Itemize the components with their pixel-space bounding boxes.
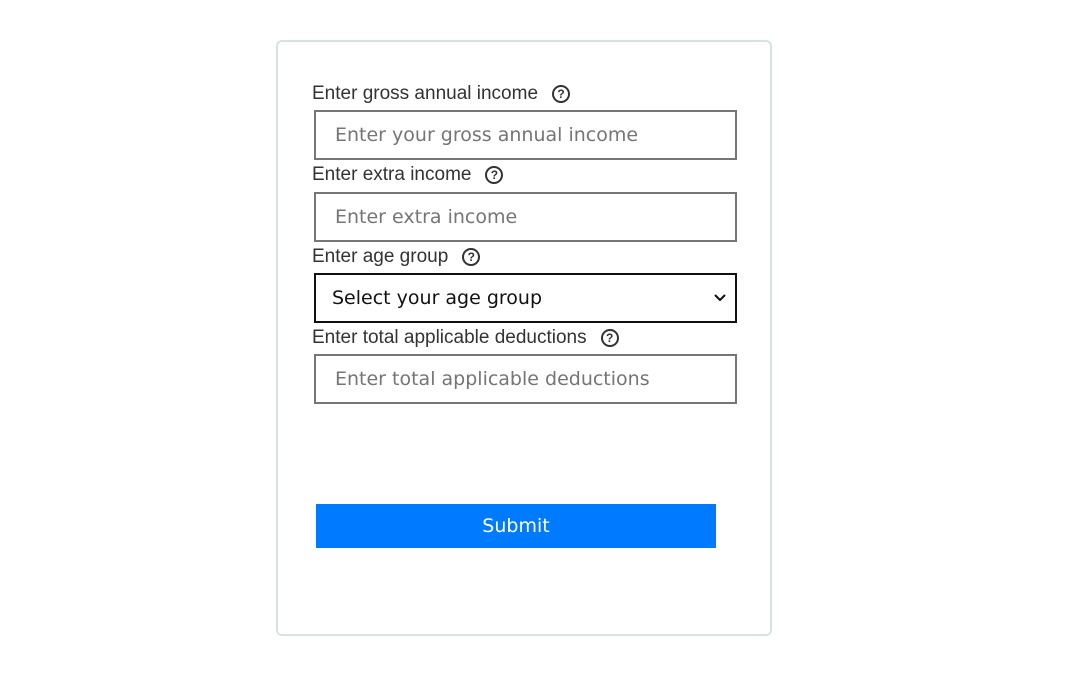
extra-income-label-text: Enter extra income [312,164,472,185]
age-group-select[interactable]: Select your age group [314,273,737,323]
age-group-label: Enter age group ? [312,245,481,269]
gross-income-input[interactable] [314,110,737,160]
age-group-label-text: Enter age group [312,246,449,267]
gross-income-label: Enter gross annual income ? [312,82,571,106]
extra-income-label: Enter extra income ? [312,163,504,187]
chevron-down-icon [713,291,727,305]
deductions-label-text: Enter total applicable deductions [312,327,587,348]
age-group-help-icon[interactable]: ? [462,248,481,266]
gross-income-label-text: Enter gross annual income [312,83,539,104]
deductions-help-icon[interactable]: ? [600,329,619,347]
deductions-input[interactable] [314,354,737,404]
extra-income-help-icon[interactable]: ? [485,166,504,184]
gross-income-help-icon[interactable]: ? [552,85,571,103]
submit-button[interactable]: Submit [316,504,716,548]
extra-income-input[interactable] [314,192,737,242]
age-group-selected-value: Select your age group [332,287,543,309]
deductions-label: Enter total applicable deductions ? [312,326,619,350]
